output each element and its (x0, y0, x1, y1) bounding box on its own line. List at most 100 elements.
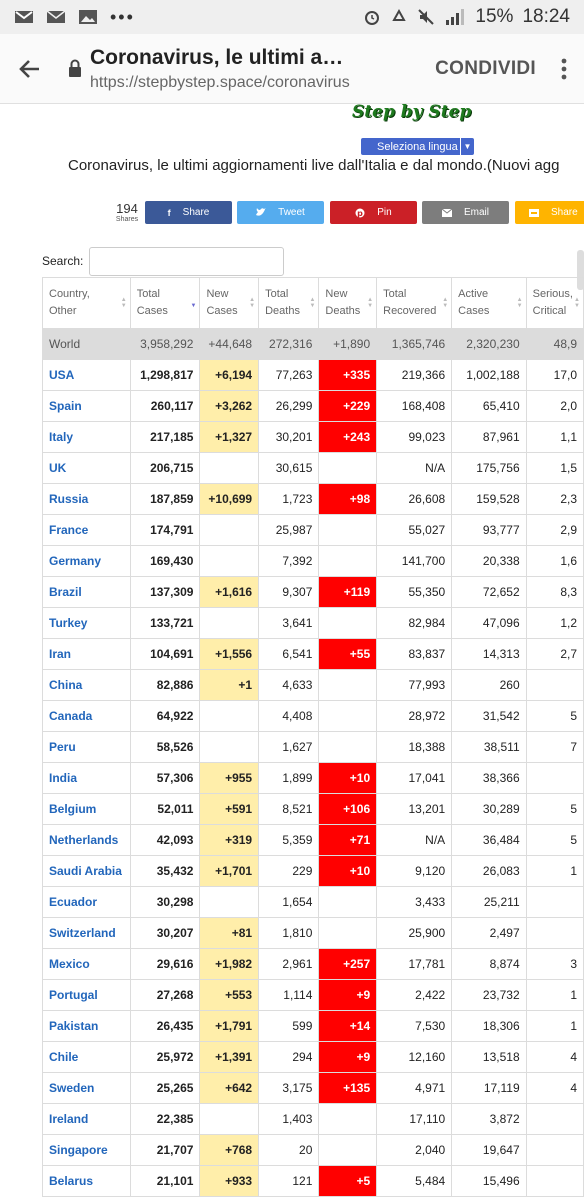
new-cases-cell: +955 (199, 762, 260, 794)
column-header-total-recovered[interactable]: Total Recovered ▲ ▼ (376, 277, 453, 329)
country-cell[interactable]: UK (42, 452, 131, 484)
country-cell[interactable]: Russia (42, 483, 131, 515)
country-cell[interactable]: France (42, 514, 131, 546)
total-cases-cell: 174,791 (129, 514, 201, 546)
country-link[interactable]: France (49, 523, 88, 537)
country-cell[interactable]: Belarus (42, 1165, 131, 1197)
country-cell[interactable]: Ecuador (42, 886, 131, 918)
country-cell[interactable]: Germany (42, 545, 131, 577)
country-link[interactable]: Netherlands (49, 833, 118, 847)
country-cell[interactable]: Italy (42, 421, 131, 453)
country-link[interactable]: Germany (49, 554, 101, 568)
country-link[interactable]: Spain (49, 399, 82, 413)
total-recovered-cell: 17,041 (376, 762, 453, 794)
country-cell[interactable]: Switzerland (42, 917, 131, 949)
country-cell[interactable]: Saudi Arabia (42, 855, 131, 887)
country-cell[interactable]: Canada (42, 700, 131, 732)
language-select[interactable]: Seleziona lingua ▼ (361, 138, 474, 155)
column-header-new-deaths[interactable]: New Deaths ▲ ▼ (318, 277, 378, 329)
country-link[interactable]: India (49, 771, 77, 785)
tweet-button[interactable]: Tweet (237, 201, 324, 224)
country-link[interactable]: Belgium (49, 802, 96, 816)
country-cell[interactable]: Chile (42, 1041, 131, 1073)
country-cell[interactable]: Belgium (42, 793, 131, 825)
country-cell[interactable]: Netherlands (42, 824, 131, 856)
column-header-active-cases[interactable]: Active Cases ▲ ▼ (451, 277, 527, 329)
active-cases-cell: 2,497 (451, 917, 527, 949)
country-link[interactable]: Sweden (49, 1081, 94, 1095)
country-link[interactable]: Saudi Arabia (49, 864, 122, 878)
country-cell[interactable]: Sweden (42, 1072, 131, 1104)
active-cases-cell: 159,528 (451, 483, 527, 515)
country-link[interactable]: Chile (49, 1050, 78, 1064)
country-link[interactable]: Singapore (49, 1143, 108, 1157)
active-cases-cell: 38,366 (451, 762, 527, 794)
country-cell[interactable]: Turkey (42, 607, 131, 639)
country-link[interactable]: Pakistan (49, 1019, 98, 1033)
column-header-new-cases[interactable]: New Cases ▲ ▼ (199, 277, 260, 329)
serious-cell: 2,0 (525, 390, 584, 422)
page-title-area[interactable]: Coronavirus, le ultimi aggiornamenti liv… (90, 46, 427, 92)
search-input[interactable] (89, 247, 284, 276)
country-link[interactable]: Italy (49, 430, 73, 444)
new-deaths-cell: +55 (318, 638, 378, 670)
country-cell[interactable]: Portugal (42, 979, 131, 1011)
country-link[interactable]: Peru (49, 740, 76, 754)
signal-icon (446, 9, 465, 25)
country-cell[interactable]: Iran (42, 638, 131, 670)
country-cell[interactable]: China (42, 669, 131, 701)
share-page-button[interactable]: CONDIVIDI (427, 58, 544, 80)
country-cell[interactable]: India (42, 762, 131, 794)
country-cell[interactable]: USA (42, 359, 131, 391)
country-link[interactable]: Turkey (49, 616, 87, 630)
column-header-total-cases[interactable]: Total Cases ▼ (129, 277, 201, 329)
country-link[interactable]: Portugal (49, 988, 98, 1002)
generic-share-label: Share (551, 207, 578, 218)
site-logo[interactable]: Step by Step (352, 102, 471, 122)
country-cell[interactable]: Ireland (42, 1103, 131, 1135)
table-row: Belarus 21,101 +933 121 +5 5,484 15,496 (42, 1165, 584, 1197)
gallery-icon (79, 10, 97, 24)
country-link[interactable]: Canada (49, 709, 92, 723)
total-deaths-cell: 5,359 (258, 824, 320, 856)
country-cell[interactable]: Singapore (42, 1134, 131, 1166)
country-link[interactable]: Russia (49, 492, 88, 506)
facebook-share-button[interactable]: f Share (145, 201, 232, 224)
country-link[interactable]: Iran (49, 647, 71, 661)
column-header-serious-critical[interactable]: Serious, Critical ▲ ▼ (525, 277, 584, 329)
lock-icon[interactable] (60, 34, 90, 104)
column-header-country[interactable]: Country, Other ▲ ▼ (42, 277, 131, 329)
country-cell[interactable]: Pakistan (42, 1010, 131, 1042)
country-link[interactable]: Brazil (49, 585, 82, 599)
column-header-total-deaths[interactable]: Total Deaths ▲ ▼ (258, 277, 320, 329)
total-cases-cell: 30,207 (129, 917, 201, 949)
active-cases-cell: 17,119 (451, 1072, 527, 1104)
country-link[interactable]: UK (49, 461, 66, 475)
country-link[interactable]: China (49, 678, 82, 692)
country-cell[interactable]: Mexico (42, 948, 131, 980)
country-link[interactable]: USA (49, 368, 74, 382)
pin-button[interactable]: p Pin (330, 201, 417, 224)
new-deaths-cell: +71 (318, 824, 378, 856)
email-share-button[interactable]: Email (422, 201, 509, 224)
svg-text:p: p (357, 209, 363, 218)
country-cell[interactable]: Brazil (42, 576, 131, 608)
country-link[interactable]: Ireland (49, 1112, 88, 1126)
country-cell[interactable]: Spain (42, 390, 131, 422)
total-cases-cell: 22,385 (129, 1103, 201, 1135)
country-cell[interactable]: Peru (42, 731, 131, 763)
country-link[interactable]: Switzerland (49, 926, 116, 940)
country-link[interactable]: Ecuador (49, 895, 97, 909)
overflow-menu-button[interactable] (544, 34, 584, 104)
country-link[interactable]: Mexico (49, 957, 90, 971)
new-deaths-cell: +10 (318, 762, 378, 794)
country-link[interactable]: Belarus (49, 1174, 93, 1188)
page-url: https://stepbystep.space/coronavirus (90, 73, 350, 91)
active-cases-cell: 30,289 (451, 793, 527, 825)
back-button[interactable] (0, 34, 60, 104)
total-recovered-cell: 9,120 (376, 855, 453, 887)
generic-share-button[interactable]: Share (515, 201, 584, 224)
new-deaths-cell (318, 731, 378, 763)
country-cell: World (42, 328, 131, 360)
total-cases-cell: 42,093 (129, 824, 201, 856)
